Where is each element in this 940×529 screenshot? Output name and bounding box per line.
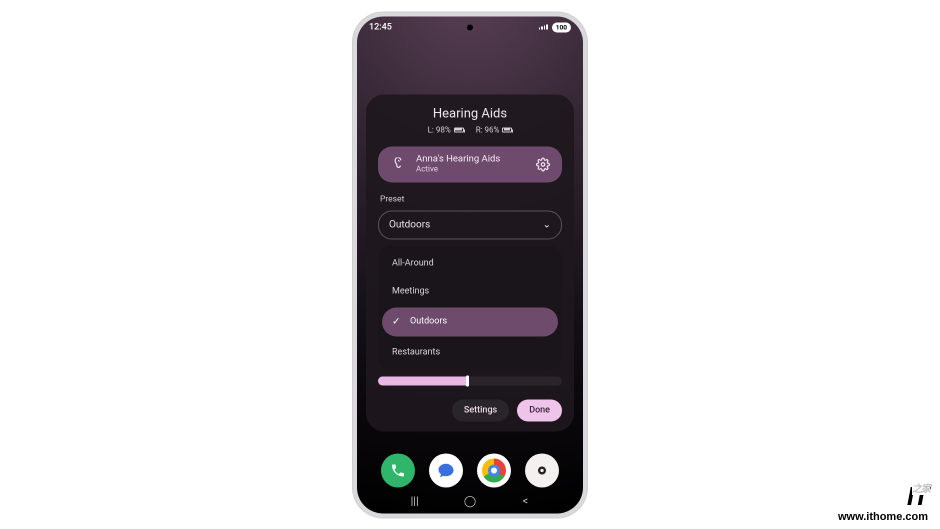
right-battery-label: R: 96% (476, 125, 500, 134)
nav-recents[interactable]: ||| (403, 494, 427, 507)
messages-app-icon[interactable] (429, 453, 463, 487)
watermark-corner: IT之家 www.ithome.com (838, 483, 928, 523)
nav-home[interactable]: ◯ (458, 494, 482, 507)
battery-icon (502, 127, 512, 132)
chrome-app-icon[interactable] (477, 453, 511, 487)
preset-label: Preset (380, 194, 562, 204)
hearing-aids-panel: Hearing Aids L: 98% R: 96% Anna's Hearin… (366, 94, 574, 431)
preset-selected-value: Outdoors (389, 219, 430, 230)
battery-icon (454, 127, 464, 132)
device-battery-row: L: 98% R: 96% (378, 125, 562, 134)
left-battery-label: L: 98% (428, 125, 451, 134)
preset-option-all-around[interactable]: All-Around (378, 249, 562, 277)
device-status: Active (416, 165, 526, 174)
camera-app-icon[interactable] (525, 453, 559, 487)
slider-thumb[interactable] (466, 375, 469, 386)
chevron-down-icon: ⌄ (543, 219, 551, 230)
done-button[interactable]: Done (517, 399, 562, 421)
preset-option-outdoors[interactable]: ✓ Outdoors (382, 307, 558, 336)
phone-frame: 12:45 100 Hearing Aids L: 98% R: 96% (353, 12, 587, 517)
camera-punch-hole (467, 24, 473, 30)
gear-icon[interactable] (534, 155, 552, 173)
nav-back[interactable]: < (513, 494, 537, 507)
phone-screen: 12:45 100 Hearing Aids L: 98% R: 96% (357, 16, 583, 513)
phone-app-icon[interactable] (381, 453, 415, 487)
check-icon: ✓ (392, 316, 402, 327)
device-name: Anna's Hearing Aids (416, 154, 526, 165)
status-time: 12:45 (369, 22, 392, 32)
app-dock (357, 453, 583, 487)
slider-fill (378, 376, 466, 385)
preset-select[interactable]: Outdoors ⌄ (378, 210, 562, 239)
hearing-aid-icon (388, 154, 408, 174)
settings-button[interactable]: Settings (452, 399, 509, 421)
preset-dropdown: All-Around Meetings ✓ Outdoors Restauran… (378, 245, 562, 370)
device-card[interactable]: Anna's Hearing Aids Active (378, 146, 562, 182)
volume-slider[interactable] (378, 376, 562, 385)
battery-pill: 100 (552, 22, 571, 32)
preset-option-meetings[interactable]: Meetings (378, 277, 562, 305)
preset-option-restaurants[interactable]: Restaurants (378, 338, 562, 366)
signal-icon (539, 25, 548, 30)
panel-title: Hearing Aids (378, 106, 562, 121)
navigation-bar: ||| ◯ < (357, 494, 583, 507)
